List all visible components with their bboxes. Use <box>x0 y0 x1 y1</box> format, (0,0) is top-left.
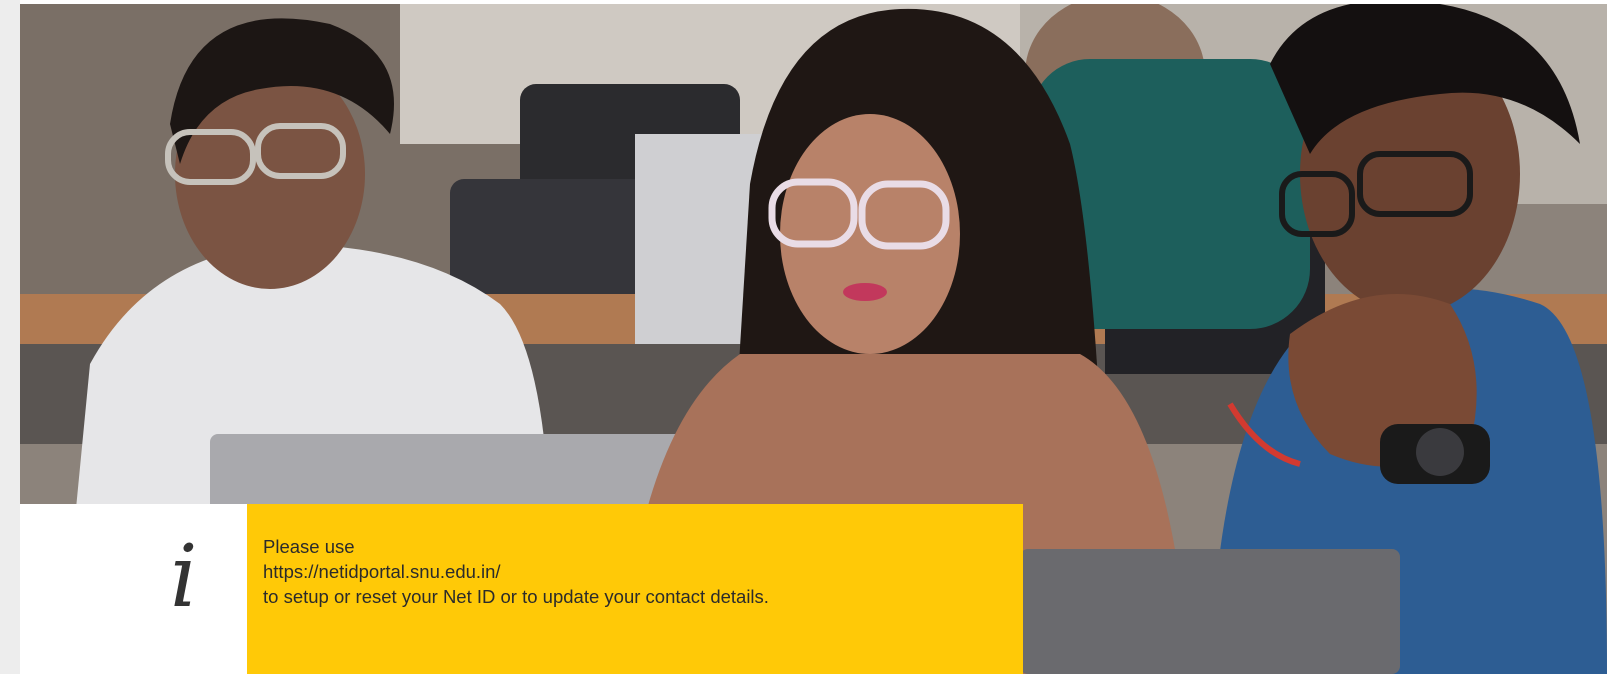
info-icon: i <box>170 527 198 627</box>
netid-portal-link[interactable]: https://netidportal.snu.edu.in/ <box>263 559 1007 584</box>
left-margin <box>0 0 20 674</box>
netid-notice: i Please use https://netidportal.snu.edu… <box>20 504 1023 674</box>
page: i Please use https://netidportal.snu.edu… <box>0 0 1607 674</box>
notice-line-3: to setup or reset your Net ID or to upda… <box>263 586 769 607</box>
notice-message: Please use https://netidportal.snu.edu.i… <box>247 504 1023 674</box>
notice-line-1: Please use <box>263 536 355 557</box>
info-icon-container: i <box>20 504 247 674</box>
